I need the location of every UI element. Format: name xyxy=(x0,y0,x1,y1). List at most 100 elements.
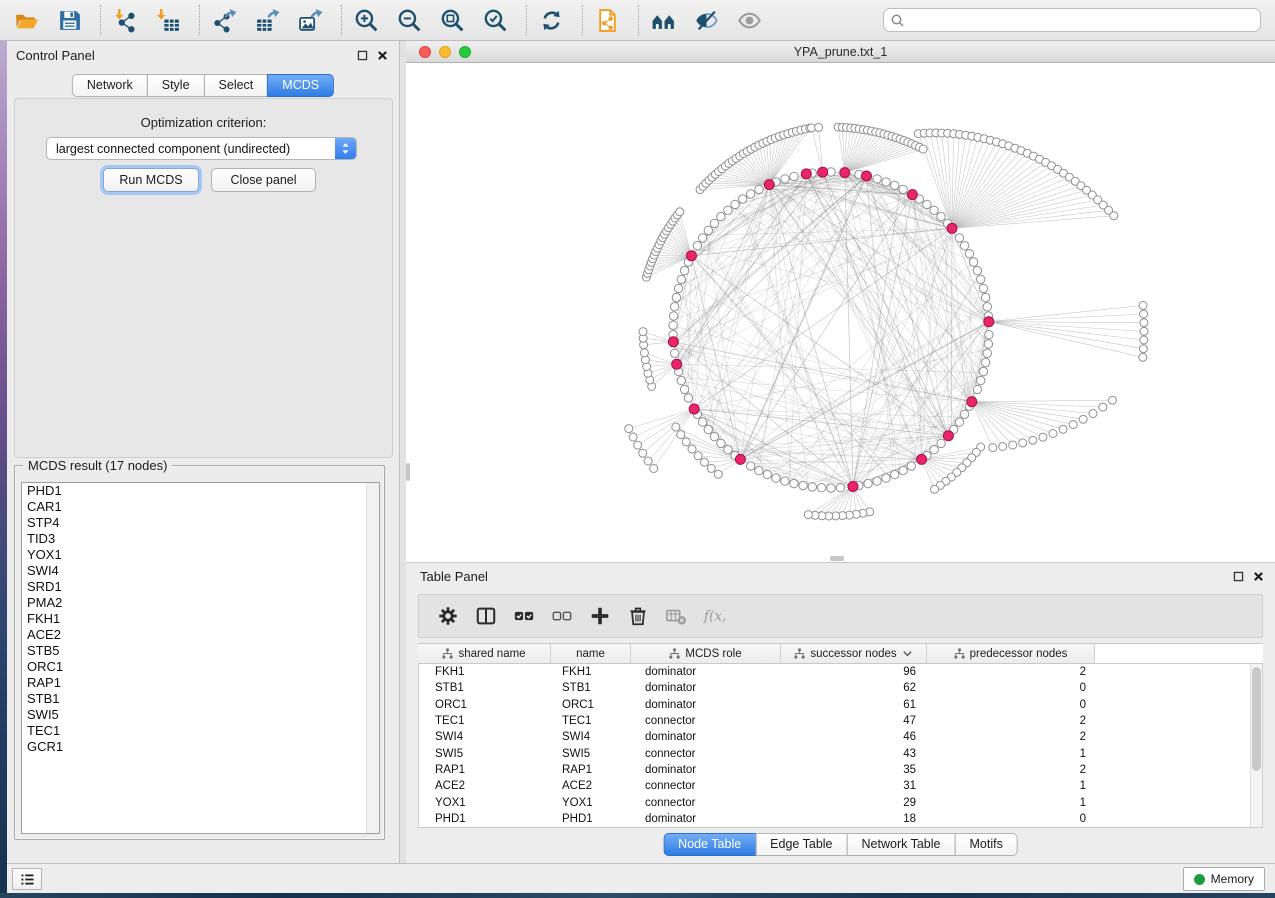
mcds-node-item[interactable]: PHD1 xyxy=(22,483,379,499)
show-all-button[interactable] xyxy=(735,6,763,34)
network-hscroll-thumb[interactable] xyxy=(830,556,844,561)
network-vscroll-thumb[interactable] xyxy=(406,463,410,481)
mcds-node-item[interactable]: TID3 xyxy=(22,531,379,547)
add-column-button[interactable] xyxy=(588,604,612,628)
float-panel-icon[interactable] xyxy=(356,49,369,67)
mcds-list-scrollbar[interactable] xyxy=(366,483,379,833)
first-neighbors-button[interactable] xyxy=(649,6,677,34)
desktop-wallpaper-left xyxy=(0,41,7,893)
mcds-node-item[interactable]: SWI5 xyxy=(22,707,379,723)
close-panel-button[interactable]: Close panel xyxy=(211,168,316,192)
tab-mcds[interactable]: MCDS xyxy=(267,74,334,97)
zoom-fit-button[interactable] xyxy=(438,6,466,34)
export-network-button[interactable] xyxy=(210,6,238,34)
mcds-node-item[interactable]: STB1 xyxy=(22,691,379,707)
save-session-icon xyxy=(57,8,82,33)
export-table-icon xyxy=(255,8,280,33)
table-row[interactable]: TEC1TEC1connector472 xyxy=(419,713,1262,729)
column-header-name[interactable]: name xyxy=(551,644,631,663)
mcds-result-group: MCDS result (17 nodes) PHD1CAR1STP4TID3Y… xyxy=(14,465,385,840)
column-header-MCDS-role[interactable]: MCDS role xyxy=(631,644,781,663)
cell: 1 xyxy=(928,748,1096,760)
table-row[interactable]: RAP1RAP1dominator352 xyxy=(419,762,1262,778)
column-header-successor-nodes[interactable]: successor nodes xyxy=(781,644,927,663)
mcds-node-item[interactable]: ORC1 xyxy=(22,659,379,675)
hide-selected-button[interactable] xyxy=(692,6,720,34)
toolbar-separator xyxy=(526,5,527,35)
network-window-titlebar[interactable]: YPA_prune.txt_1 xyxy=(406,41,1275,63)
tab-node-table[interactable]: Node Table xyxy=(663,833,756,856)
zoom-out-button[interactable] xyxy=(395,6,423,34)
table-scrollbar[interactable] xyxy=(1250,664,1262,827)
unselect-all-columns-button[interactable] xyxy=(550,604,574,628)
tab-style[interactable]: Style xyxy=(147,74,205,97)
refresh-button[interactable] xyxy=(537,6,565,34)
cell: 2 xyxy=(928,764,1096,776)
mcds-node-item[interactable]: TEC1 xyxy=(22,723,379,739)
close-table-panel-icon[interactable] xyxy=(1252,570,1265,588)
save-session-button[interactable] xyxy=(55,6,83,34)
search-input[interactable] xyxy=(904,10,1260,30)
import-table-button[interactable] xyxy=(154,6,182,34)
toolbar-separator xyxy=(341,5,342,35)
cell: ORC1 xyxy=(552,699,632,711)
float-table-panel-icon[interactable] xyxy=(1232,570,1245,588)
tab-motifs[interactable]: Motifs xyxy=(954,833,1017,856)
mcds-node-item[interactable]: PMA2 xyxy=(22,595,379,611)
network-graph[interactable] xyxy=(406,63,1275,562)
table-row[interactable]: ACE2ACE2connector311 xyxy=(419,778,1262,794)
table-row[interactable]: SWI4SWI4dominator462 xyxy=(419,729,1262,745)
import-network-button[interactable] xyxy=(111,6,139,34)
mcds-node-item[interactable]: CAR1 xyxy=(22,499,379,515)
new-network-from-selection-button[interactable] xyxy=(593,6,621,34)
run-mcds-button[interactable]: Run MCDS xyxy=(103,168,199,192)
main-toolbar xyxy=(0,0,1275,41)
tab-select[interactable]: Select xyxy=(204,74,269,97)
table-row[interactable]: YOX1YOX1connector291 xyxy=(419,794,1262,810)
table-row[interactable]: SWI5SWI5connector431 xyxy=(419,745,1262,761)
task-history-button[interactable] xyxy=(12,868,42,890)
mcds-node-item[interactable]: YOX1 xyxy=(22,547,379,563)
table-row[interactable]: STB1STB1dominator620 xyxy=(419,680,1262,696)
table-row[interactable]: FKH1FKH1dominator962 xyxy=(419,664,1262,680)
table-settings-button[interactable] xyxy=(436,604,460,628)
memory-button[interactable]: Memory xyxy=(1183,867,1265,891)
close-panel-icon[interactable] xyxy=(376,49,389,67)
search-box[interactable] xyxy=(883,8,1261,32)
toolbar-separator xyxy=(100,5,101,35)
column-type-icon xyxy=(954,648,965,659)
mcds-node-item[interactable]: STB5 xyxy=(22,643,379,659)
column-header-predecessor-nodes[interactable]: predecessor nodes xyxy=(927,644,1095,663)
zoom-selected-button[interactable] xyxy=(481,6,509,34)
tab-edge-table[interactable]: Edge Table xyxy=(755,833,847,856)
open-session-button[interactable] xyxy=(12,6,40,34)
cell: 47 xyxy=(782,715,928,727)
cell: 2 xyxy=(928,715,1096,727)
table-row[interactable]: PHD1PHD1dominator180 xyxy=(419,811,1262,827)
mcds-node-item[interactable]: SWI4 xyxy=(22,563,379,579)
unselect-all-columns-icon xyxy=(551,605,573,627)
mcds-node-item[interactable]: STP4 xyxy=(22,515,379,531)
tab-network-table[interactable]: Network Table xyxy=(847,833,956,856)
export-table-button[interactable] xyxy=(253,6,281,34)
network-canvas[interactable] xyxy=(406,63,1275,562)
column-header-shared-name[interactable]: shared name xyxy=(418,644,551,663)
mcds-node-item[interactable]: FKH1 xyxy=(22,611,379,627)
toggle-panel-button[interactable] xyxy=(474,604,498,628)
function-builder-button[interactable]: f(x) xyxy=(702,604,726,628)
cell: 1 xyxy=(928,797,1096,809)
mcds-node-item[interactable]: GCR1 xyxy=(22,739,379,755)
delete-table-button[interactable] xyxy=(664,604,688,628)
mcds-node-item[interactable]: ACE2 xyxy=(22,627,379,643)
export-image-button[interactable] xyxy=(296,6,324,34)
mcds-node-item[interactable]: SRD1 xyxy=(22,579,379,595)
mcds-node-item[interactable]: RAP1 xyxy=(22,675,379,691)
table-scrollbar-thumb[interactable] xyxy=(1252,667,1261,771)
tab-network[interactable]: Network xyxy=(72,74,148,97)
select-all-columns-button[interactable] xyxy=(512,604,536,628)
delete-column-button[interactable] xyxy=(626,604,650,628)
table-row[interactable]: ORC1ORC1dominator610 xyxy=(419,697,1262,713)
optimization-criterion-select[interactable]: largest connected component (undirected) xyxy=(46,137,357,160)
toolbar-separator xyxy=(638,5,639,35)
zoom-in-button[interactable] xyxy=(352,6,380,34)
